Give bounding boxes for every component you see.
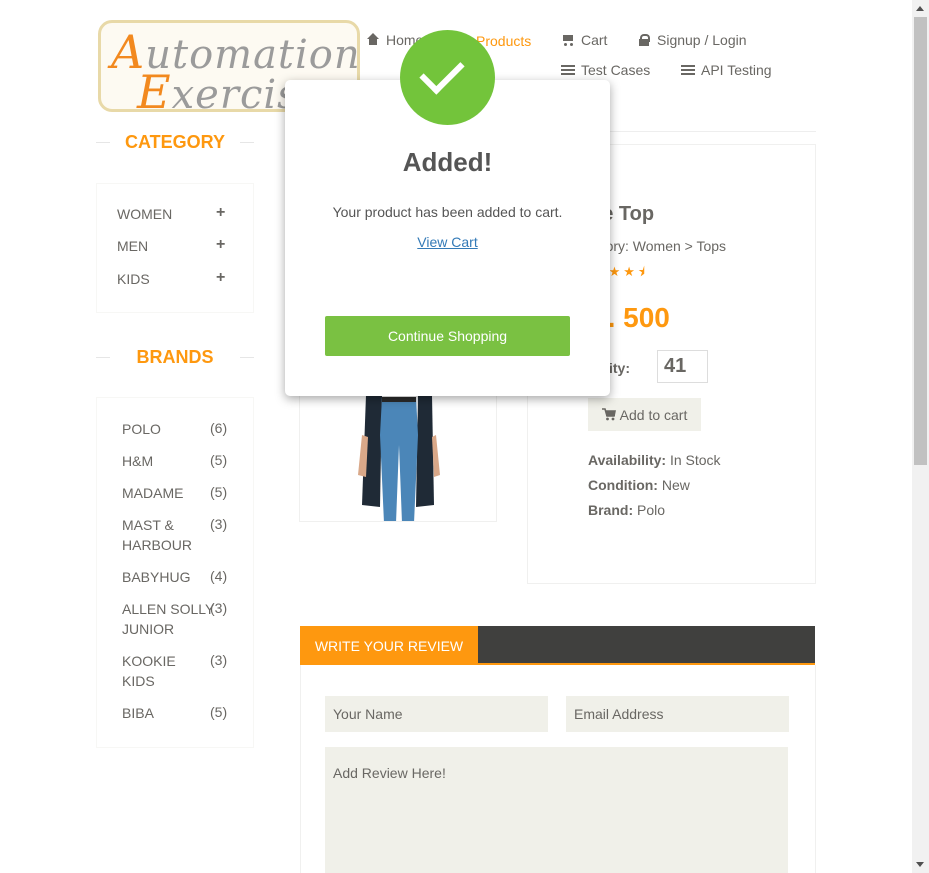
modal-title: Added!: [402, 147, 493, 177]
scrollbar-thumb[interactable]: [914, 17, 927, 465]
checkmark-icon: [400, 30, 495, 125]
continue-shopping-button[interactable]: Continue Shopping: [325, 316, 570, 356]
scroll-up-icon[interactable]: [916, 6, 924, 11]
view-cart-link[interactable]: View Cart: [285, 234, 610, 250]
scroll-down-icon[interactable]: [916, 862, 924, 867]
page-scrollbar[interactable]: [912, 0, 929, 873]
modal-message: Your product has been added to cart.: [332, 204, 563, 220]
